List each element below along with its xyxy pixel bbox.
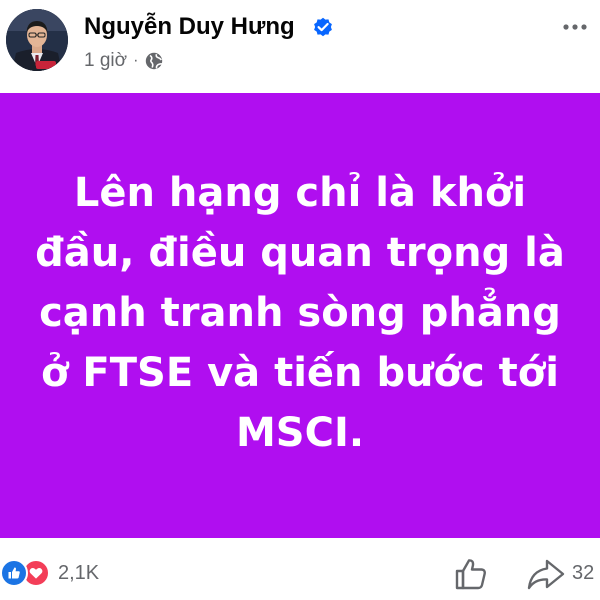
post-meta: 1 giờ ·	[84, 48, 164, 74]
like-reaction-icon	[0, 559, 28, 587]
like-button[interactable]	[453, 557, 489, 591]
facebook-post: Nguyễn Duy Hưng 1 giờ · Lên hạng chỉ là …	[0, 0, 600, 600]
post-text: Lên hạng chỉ là khởi đầu, điều quan trọn…	[35, 169, 565, 456]
post-footer: 2,1K 32	[0, 538, 600, 600]
share-arrow-icon[interactable]	[526, 557, 566, 591]
reactions-count: 2,1K	[58, 561, 100, 584]
post-time[interactable]: 1 giờ	[84, 50, 127, 72]
author-avatar[interactable]	[6, 9, 68, 71]
post-header: Nguyễn Duy Hưng 1 giờ ·	[0, 0, 600, 92]
more-options-icon[interactable]	[560, 12, 590, 42]
reactions-summary[interactable]: 2,1K	[0, 558, 99, 588]
globe-icon	[146, 52, 163, 70]
avatar-image	[6, 9, 68, 71]
post-text-card: Lên hạng chỉ là khởi đầu, điều quan trọn…	[0, 93, 600, 538]
verified-badge-icon	[314, 17, 332, 37]
meta-separator: ·	[133, 52, 139, 69]
shares-count: 32	[572, 562, 595, 584]
author-name[interactable]: Nguyễn Duy Hưng	[84, 13, 295, 41]
